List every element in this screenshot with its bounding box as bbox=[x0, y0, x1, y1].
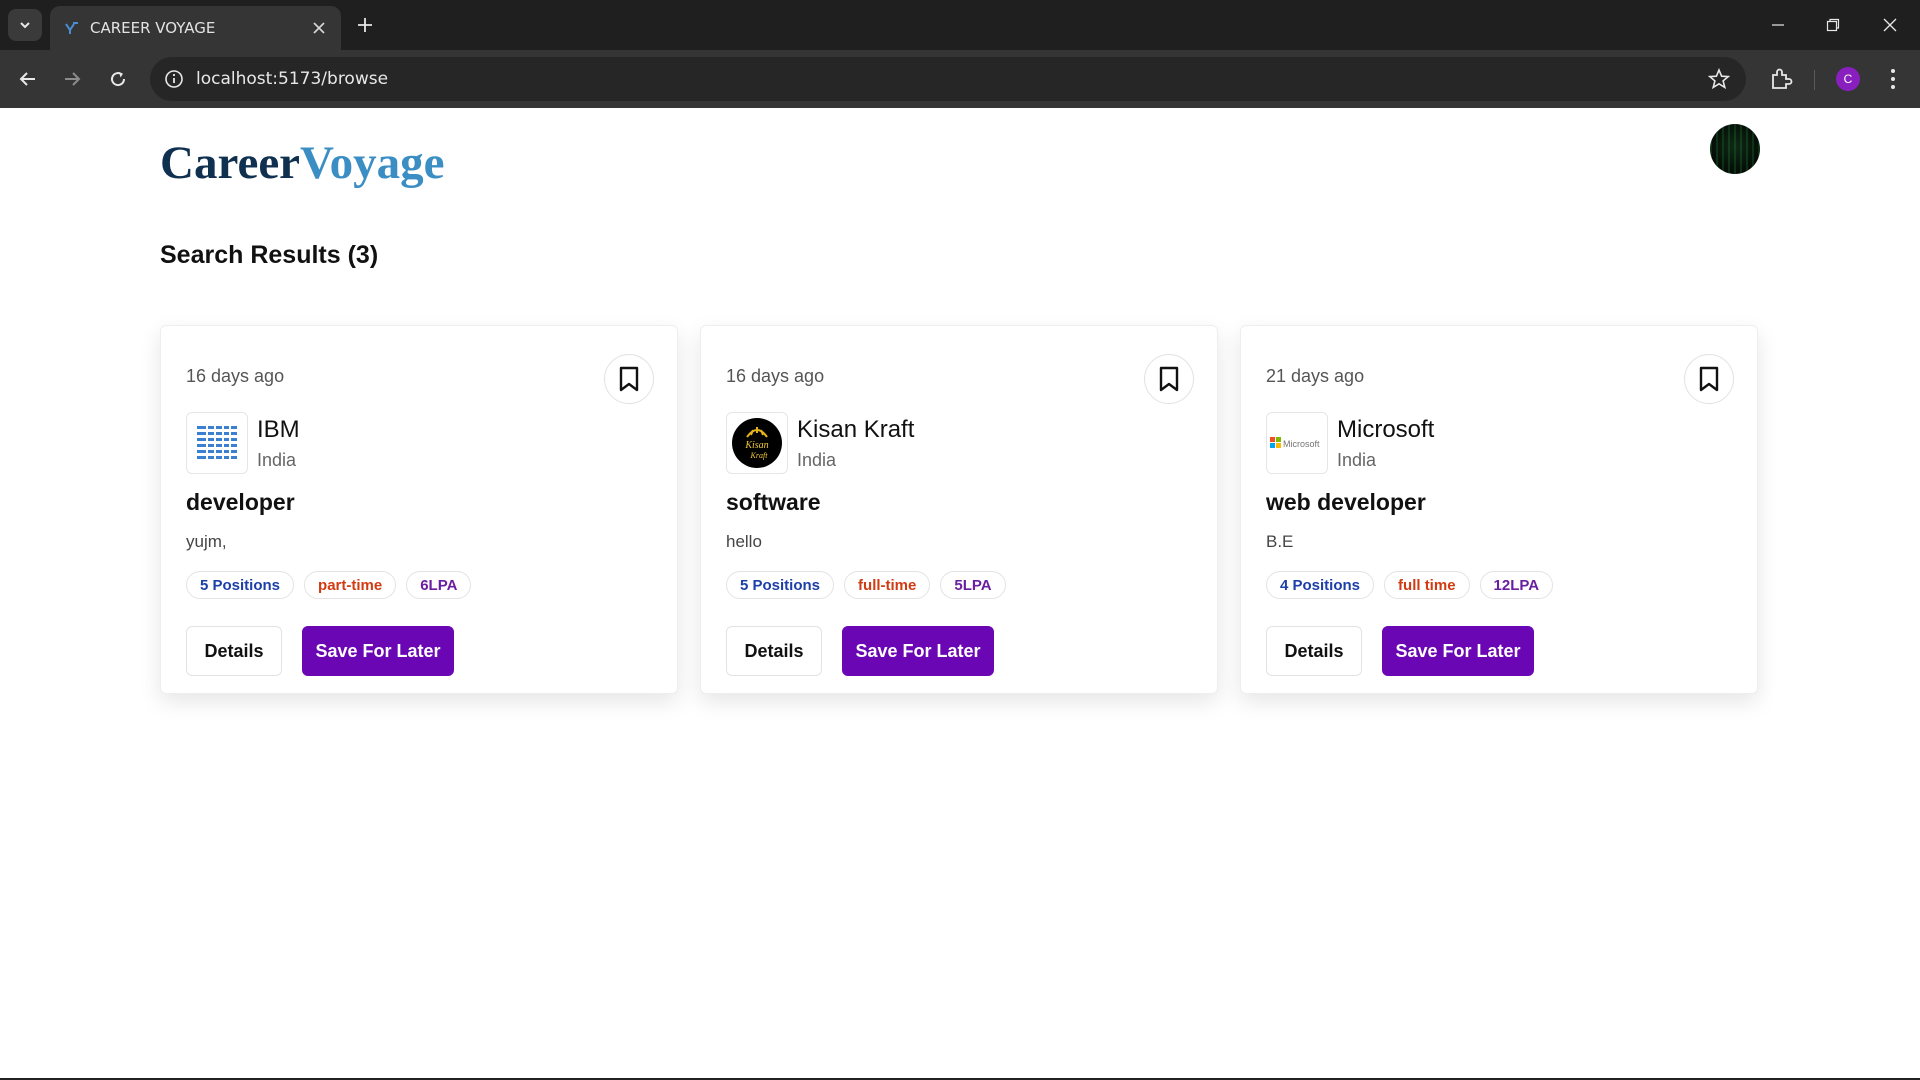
close-icon bbox=[1883, 18, 1897, 32]
company-location: India bbox=[1337, 450, 1377, 470]
browser-tab-bar: CAREER VOYAGE bbox=[0, 0, 1920, 50]
logo-text: Microsoft bbox=[1283, 439, 1320, 449]
chevron-down-icon bbox=[20, 22, 30, 29]
job-badges: 5 Positions full-time 5LPA bbox=[726, 571, 1006, 599]
salary-badge: 5LPA bbox=[940, 571, 1006, 599]
back-button[interactable] bbox=[12, 63, 44, 95]
posted-date: 21 days ago bbox=[1266, 366, 1365, 386]
company-name: IBM bbox=[257, 416, 300, 443]
details-button[interactable]: Details bbox=[1266, 626, 1362, 676]
save-for-later-button[interactable]: Save For Later bbox=[1382, 626, 1534, 676]
bookmark-button[interactable] bbox=[1144, 354, 1194, 404]
salary-badge: 12LPA bbox=[1479, 571, 1554, 599]
job-card: 16 days ago Kisan Kraft Kisan Kraft Indi… bbox=[700, 325, 1218, 694]
save-for-later-button[interactable]: Save For Later bbox=[842, 626, 994, 676]
new-tab-button[interactable] bbox=[352, 12, 378, 38]
minimize-icon bbox=[1772, 24, 1784, 26]
arrow-left-icon bbox=[19, 72, 35, 86]
browser-toolbar: localhost:5173/browse C bbox=[0, 50, 1920, 108]
company-location: India bbox=[257, 450, 297, 470]
brand-part-2: Voyage bbox=[300, 137, 445, 189]
job-badges: 4 Positions full time 12LPA bbox=[1266, 571, 1554, 599]
job-type-badge: full-time bbox=[844, 571, 931, 599]
close-window-button[interactable] bbox=[1870, 10, 1910, 40]
browser-profile-avatar[interactable]: C bbox=[1836, 67, 1860, 91]
minimize-button[interactable] bbox=[1758, 10, 1798, 40]
close-icon bbox=[313, 22, 325, 34]
job-badges: 5 Positions part-time 6LPA bbox=[186, 571, 472, 599]
details-button[interactable]: Details bbox=[186, 626, 282, 676]
job-card: 21 days ago Microsoft Microsoft India we… bbox=[1240, 325, 1758, 694]
positions-badge: 5 Positions bbox=[186, 571, 295, 599]
kisan-kraft-logo-icon: Kisan Kraft bbox=[732, 418, 782, 468]
address-bar[interactable]: localhost:5173/browse bbox=[150, 57, 1746, 101]
company-name: Microsoft bbox=[1337, 416, 1435, 443]
ibm-logo-icon bbox=[197, 424, 237, 462]
reload-button[interactable] bbox=[102, 63, 134, 95]
positions-badge: 5 Positions bbox=[726, 571, 835, 599]
job-title: software bbox=[726, 489, 821, 515]
company-logo bbox=[186, 412, 248, 474]
arrow-right-icon bbox=[65, 72, 81, 86]
toolbar-separator bbox=[1814, 70, 1815, 90]
posted-date: 16 days ago bbox=[726, 366, 825, 386]
bookmark-icon bbox=[1159, 366, 1179, 392]
search-results-title: Search Results (3) bbox=[160, 241, 379, 269]
star-icon[interactable] bbox=[1708, 68, 1730, 90]
page-content: CareerVoyage Search Results (3) 16 days … bbox=[0, 108, 1920, 1078]
positions-badge: 4 Positions bbox=[1266, 571, 1375, 599]
reload-icon bbox=[111, 72, 126, 87]
logo-text-1: Kisan bbox=[744, 440, 768, 451]
url-text[interactable]: localhost:5173/browse bbox=[196, 69, 388, 89]
bookmark-button[interactable] bbox=[604, 354, 654, 404]
site-favicon-icon bbox=[65, 22, 78, 34]
close-tab-button[interactable] bbox=[309, 18, 329, 38]
browser-tab[interactable]: CAREER VOYAGE bbox=[50, 6, 341, 50]
bookmark-button[interactable] bbox=[1684, 354, 1734, 404]
save-for-later-button[interactable]: Save For Later bbox=[302, 626, 454, 676]
bookmark-icon bbox=[1699, 366, 1719, 392]
restore-icon bbox=[1826, 18, 1840, 32]
company-logo: Microsoft bbox=[1266, 412, 1328, 474]
brand-logo[interactable]: CareerVoyage bbox=[160, 128, 445, 198]
salary-badge: 6LPA bbox=[406, 571, 472, 599]
tab-list-button[interactable] bbox=[8, 9, 42, 41]
info-icon[interactable] bbox=[164, 69, 184, 89]
forward-button[interactable] bbox=[56, 63, 88, 95]
job-description: yujm, bbox=[186, 532, 227, 551]
company-location: India bbox=[797, 450, 837, 470]
job-card: 16 days ago IBM India developer yujm, 5 … bbox=[160, 325, 678, 694]
bookmark-icon bbox=[619, 366, 639, 392]
job-title: web developer bbox=[1266, 489, 1426, 515]
posted-date: 16 days ago bbox=[186, 366, 285, 386]
job-description: B.E bbox=[1266, 532, 1294, 551]
company-name: Kisan Kraft bbox=[797, 416, 915, 443]
tab-title: CAREER VOYAGE bbox=[90, 19, 216, 37]
microsoft-logo-icon: Microsoft bbox=[1270, 437, 1320, 449]
user-avatar[interactable] bbox=[1710, 124, 1760, 174]
more-vertical-icon[interactable] bbox=[1880, 66, 1906, 92]
plus-icon bbox=[358, 18, 372, 32]
details-button[interactable]: Details bbox=[726, 626, 822, 676]
job-description: hello bbox=[726, 532, 762, 551]
job-title: developer bbox=[186, 489, 295, 515]
job-type-badge: full time bbox=[1384, 571, 1470, 599]
brand-part-1: Career bbox=[160, 137, 301, 189]
extensions-icon[interactable] bbox=[1768, 66, 1794, 92]
logo-text-2: Kraft bbox=[750, 451, 769, 460]
company-logo: Kisan Kraft bbox=[726, 412, 788, 474]
restore-button[interactable] bbox=[1813, 10, 1853, 40]
job-type-badge: part-time bbox=[304, 571, 397, 599]
